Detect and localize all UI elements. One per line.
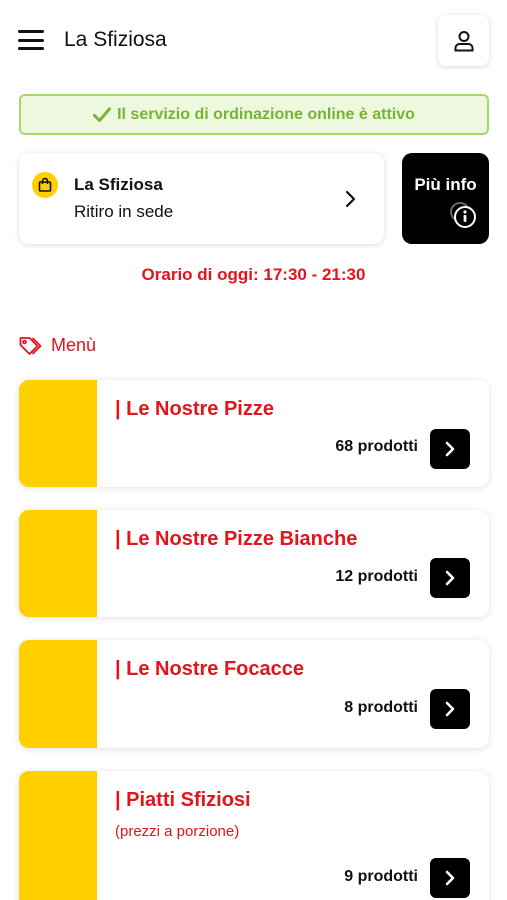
service-status-banner: Il servizio di ordinazione online è atti… [19,94,489,135]
category-image [19,380,97,487]
category-product-count: 12 prodotti [335,568,418,585]
menu-heading: Menù [19,335,96,356]
user-button[interactable] [438,15,489,66]
open-category-button[interactable] [430,689,470,729]
category-product-count: 8 prodotti [344,699,418,716]
more-info-button[interactable]: Più info [402,153,489,244]
service-status-text: Il servizio di ordinazione online è atti… [117,105,415,123]
category-image [19,510,97,617]
check-icon [93,107,112,123]
store-pickup-mode: Ritiro in sede [74,202,174,221]
open-category-button[interactable] [430,558,470,598]
category-subtitle: (prezzi a porzione) [115,823,240,840]
category-title: | Le Nostre Pizze Bianche [115,528,358,550]
category-product-count: 68 prodotti [335,438,418,455]
top-bar: La Sfiziosa [0,0,507,84]
category-product-count: 9 prodotti [344,868,418,885]
open-category-button[interactable] [430,858,470,898]
category-card[interactable]: | Le Nostre Pizze Bianche 12 prodotti [19,510,489,617]
chevron-right-icon [445,441,455,457]
category-title: | Le Nostre Focacce [115,658,305,680]
category-card[interactable]: | Le Nostre Pizze 68 prodotti [19,380,489,487]
category-title: | Piatti Sfiziosi [115,789,251,811]
store-name: La Sfiziosa [74,175,163,194]
category-image [19,771,97,900]
open-category-button[interactable] [430,429,470,469]
category-title: | Le Nostre Pizze [115,398,274,420]
info-icon [450,202,476,228]
chevron-right-icon [345,190,356,208]
store-card[interactable]: La Sfiziosa Ritiro in sede [19,153,384,244]
chevron-right-icon [445,870,455,886]
chevron-right-icon [445,701,455,717]
menu-label: Menù [51,335,97,355]
category-card[interactable]: | Piatti Sfiziosi (prezzi a porzione) 9 … [19,771,489,900]
more-info-label: Più info [414,175,477,194]
category-image [19,640,97,748]
category-card[interactable]: | Le Nostre Focacce 8 prodotti [19,640,489,748]
app-title: La Sfiziosa [64,28,167,51]
opening-hours: Orario di oggi: 17:30 - 21:30 [141,265,366,284]
chevron-right-icon [445,570,455,586]
shopping-bag-icon [32,172,58,198]
tags-icon [19,336,42,355]
user-icon [454,30,473,51]
hamburger-icon[interactable] [18,28,44,52]
